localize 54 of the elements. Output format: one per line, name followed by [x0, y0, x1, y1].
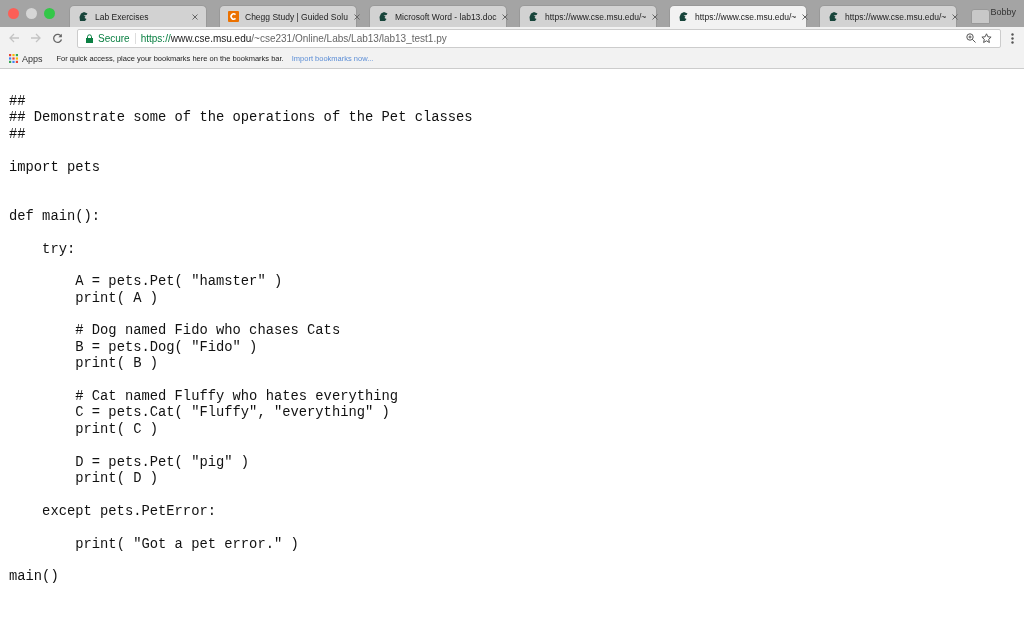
close-icon[interactable]	[652, 13, 659, 20]
code-comment: ## Demonstrate some of the operations of the Pet classes	[9, 110, 473, 126]
browser-tab[interactable]: https://www.cse.msu.edu/~	[819, 5, 957, 27]
helmet-icon	[378, 11, 389, 22]
helmet-icon	[528, 11, 539, 22]
code-comment: # Cat named Fluffy who hates everything	[75, 389, 399, 405]
browser-tab[interactable]: https://www.cse.msu.edu/~	[519, 5, 657, 27]
tab-title: https://www.cse.msu.edu/~	[545, 11, 647, 22]
browser-tab[interactable]: https://www.cse.msu.edu/~	[669, 5, 807, 27]
code-line: print( B )	[75, 356, 159, 372]
profile-name[interactable]: Bobby	[990, 7, 1016, 17]
menu-icon[interactable]	[1011, 32, 1014, 44]
tab-title: Chegg Study | Guided Solu	[245, 11, 348, 22]
close-icon[interactable]	[502, 13, 509, 20]
browser-tab[interactable]: Microsoft Word - lab13.doc	[369, 5, 507, 27]
tab-title: Lab Exercises	[95, 11, 150, 22]
code-line: main()	[9, 569, 59, 585]
logo-icon	[228, 11, 239, 22]
apps-grid-icon[interactable]	[9, 54, 18, 63]
tab-title: https://www.cse.msu.edu/~	[845, 11, 947, 22]
code-line: print( "Got a pet error." )	[75, 536, 299, 552]
code-comment: ##	[9, 126, 26, 142]
helmet-icon	[828, 11, 839, 22]
address-bar[interactable]: Secure https://www.cse.msu.edu/~cse231/Online/Labs/Lab13/lab13_test1.py	[77, 28, 1001, 48]
code-line: print( D )	[75, 471, 159, 486]
code-line: print( C )	[75, 421, 159, 437]
apps-link[interactable]: Apps	[22, 53, 43, 64]
close-icon[interactable]	[802, 13, 809, 20]
zoom-icon[interactable]	[966, 33, 976, 43]
lock-icon	[86, 33, 93, 43]
code-line: try:	[42, 241, 76, 257]
star-icon[interactable]	[981, 32, 992, 44]
code-comment: ##	[9, 94, 26, 109]
url-text: https://www.cse.msu.edu/~cse231/Online/Labs/Lab13/lab13_test1.py	[140, 32, 447, 44]
helmet-icon	[678, 11, 689, 22]
browser-tab[interactable]: Chegg Study | Guided Solu	[219, 5, 357, 27]
code-line: A = pets.Pet( "hamster" )	[75, 274, 283, 290]
code-line: B = pets.Dog( "Fido" )	[75, 339, 258, 355]
close-icon[interactable]	[952, 13, 959, 20]
secure-label: Secure	[98, 32, 130, 44]
code-line: except pets.PetError:	[42, 503, 216, 519]
code-comment: # Dog named Fido who chases Cats	[75, 323, 341, 339]
reload-icon[interactable]	[52, 32, 63, 44]
tab-title: https://www.cse.msu.edu/~	[695, 11, 797, 22]
helmet-icon	[78, 11, 89, 22]
close-icon[interactable]	[192, 13, 198, 20]
code-line: D = pets.Pet( "pig" )	[75, 454, 250, 470]
code-line: print( A )	[75, 290, 159, 306]
code-line: def main():	[9, 208, 101, 224]
close-icon[interactable]	[353, 13, 360, 20]
browser-tab[interactable]: Lab Exercises	[69, 5, 207, 27]
code-line: import pets	[9, 159, 101, 175]
tab-title: Microsoft Word - lab13.doc	[395, 11, 497, 22]
code-line: C = pets.Cat( "Fluffy", "everything" )	[75, 405, 390, 421]
